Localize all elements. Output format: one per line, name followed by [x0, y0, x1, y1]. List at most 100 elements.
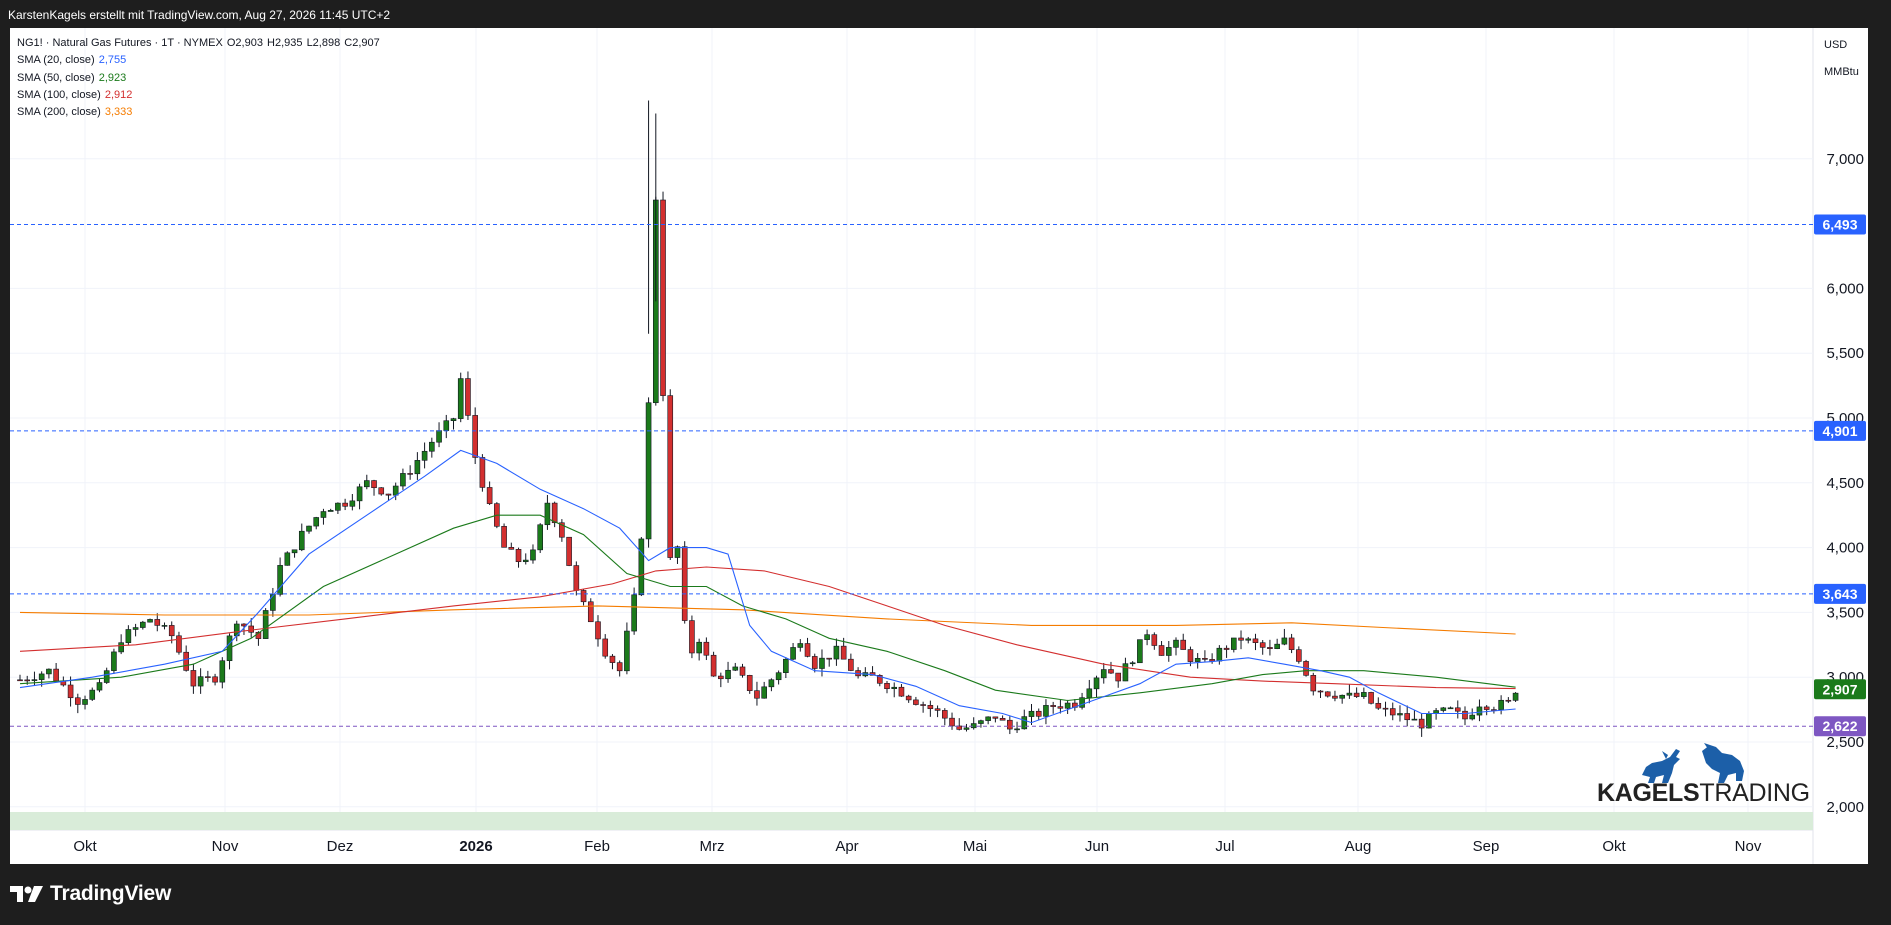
candle-body [1245, 638, 1252, 641]
candle-body [190, 670, 197, 687]
candle-body [1296, 649, 1302, 662]
unit-label[interactable]: MMBtu [1824, 66, 1859, 78]
candle-body [1028, 710, 1035, 717]
candle-body [378, 487, 385, 495]
candle-body [1361, 692, 1367, 697]
sma-200-value: 3,333 [104, 106, 133, 119]
candle-body [725, 669, 731, 680]
time-tick-label: Okt [1602, 838, 1626, 855]
candle-body [1440, 707, 1447, 711]
candle-body [205, 676, 211, 678]
candle-body [1216, 647, 1223, 662]
candle-body [746, 675, 753, 691]
candle-body [371, 480, 377, 489]
candle-body [1267, 647, 1273, 649]
candle-body [335, 502, 341, 511]
candle-body [1137, 639, 1143, 664]
candle-body [392, 485, 399, 496]
time-tick-label: Dez [327, 838, 354, 855]
sma-100-label: SMA (100, close) [17, 88, 101, 101]
candle-body [595, 621, 601, 640]
candle-body [804, 643, 811, 657]
candle-body [1389, 708, 1396, 716]
sma-50-value: 2,923 [98, 71, 127, 84]
candle-body [1288, 637, 1295, 650]
watermark-brand: KAGELS [1597, 779, 1700, 807]
last-price-text: 2,907 [1822, 681, 1857, 697]
candle-body [342, 502, 348, 507]
symbol-row[interactable]: NG1! · Natural Gas Futures · 1T · NYMEX … [17, 35, 381, 52]
currency-label[interactable]: USD [1824, 39, 1847, 51]
candle-body [920, 704, 926, 706]
candle-body [1346, 692, 1353, 696]
candle-body [1353, 692, 1360, 697]
candle-body [1505, 699, 1512, 702]
candle-body [1173, 639, 1179, 648]
time-tick-label: Apr [835, 838, 858, 855]
candle-body [1035, 710, 1042, 717]
candle-body [429, 441, 435, 452]
tradingview-logo-icon [10, 886, 43, 902]
candle-body [479, 457, 486, 488]
candle-body [1274, 643, 1280, 649]
time-tick-label: Mrz [700, 838, 725, 855]
candle-body [840, 645, 847, 660]
candle-body [681, 546, 688, 621]
sma-20-row[interactable]: SMA (20, close) 2,755 [17, 52, 381, 69]
time-tick-label: Feb [584, 838, 610, 855]
candle-body [443, 420, 450, 431]
candle-body [1454, 707, 1461, 712]
tradingview-brand[interactable]: TradingView [10, 882, 171, 906]
candle-body [457, 378, 464, 419]
candle-body [1339, 694, 1345, 699]
time-tick-label: Nov [212, 838, 239, 855]
time-tick-label: Nov [1735, 838, 1762, 855]
level-price-text: 6,493 [1822, 217, 1857, 233]
price-tick-label: 2,000 [1826, 799, 1864, 816]
volume-band [10, 812, 1813, 830]
candle-body [934, 708, 941, 711]
candle-body [313, 517, 320, 527]
candle-body [913, 699, 919, 705]
candle-body [298, 530, 305, 551]
candle-body [624, 630, 630, 672]
candle-body [46, 668, 52, 675]
candle-body [638, 538, 645, 596]
sma-20-label: SMA (20, close) [17, 54, 95, 67]
candle-body [132, 627, 139, 630]
candle-body [667, 395, 674, 558]
candle-body [248, 625, 254, 633]
sma-100-row[interactable]: SMA (100, close) 2,912 [17, 87, 381, 104]
candle-body [1238, 637, 1244, 641]
candle-body [38, 673, 45, 680]
candle-body [963, 727, 970, 730]
candle-body [522, 559, 529, 563]
candle-body [905, 695, 912, 701]
candle-body [992, 716, 999, 719]
candle-body [1498, 699, 1504, 710]
candle-body [631, 594, 637, 632]
low-value: L2,898 [306, 37, 341, 49]
candle-body [551, 502, 558, 524]
candle-body [1368, 692, 1374, 704]
candle-body [1317, 690, 1324, 693]
sma-100-value: 2,912 [104, 88, 133, 101]
close-value: C2,907 [344, 37, 380, 49]
candle-body [320, 511, 327, 518]
candle-body [985, 716, 991, 721]
candle-body [31, 679, 38, 681]
candle-body [89, 689, 96, 700]
watermark-text: KAGELSTRADING [1597, 779, 1810, 808]
price-tick-label: 2,500 [1826, 734, 1864, 751]
sma-50-line [19, 514, 1516, 702]
time-tick-label: 2026 [459, 838, 492, 855]
candle-body [1324, 691, 1331, 697]
candle-body [978, 720, 984, 724]
candle-body [1129, 662, 1136, 665]
candle-body [161, 625, 168, 627]
candle-body [508, 547, 515, 550]
sma-50-row[interactable]: SMA (50, close) 2,923 [17, 70, 381, 87]
price-tick-label: 6,000 [1826, 280, 1864, 297]
sma-200-row[interactable]: SMA (200, close) 3,333 [17, 104, 381, 121]
candle-body [811, 656, 818, 669]
